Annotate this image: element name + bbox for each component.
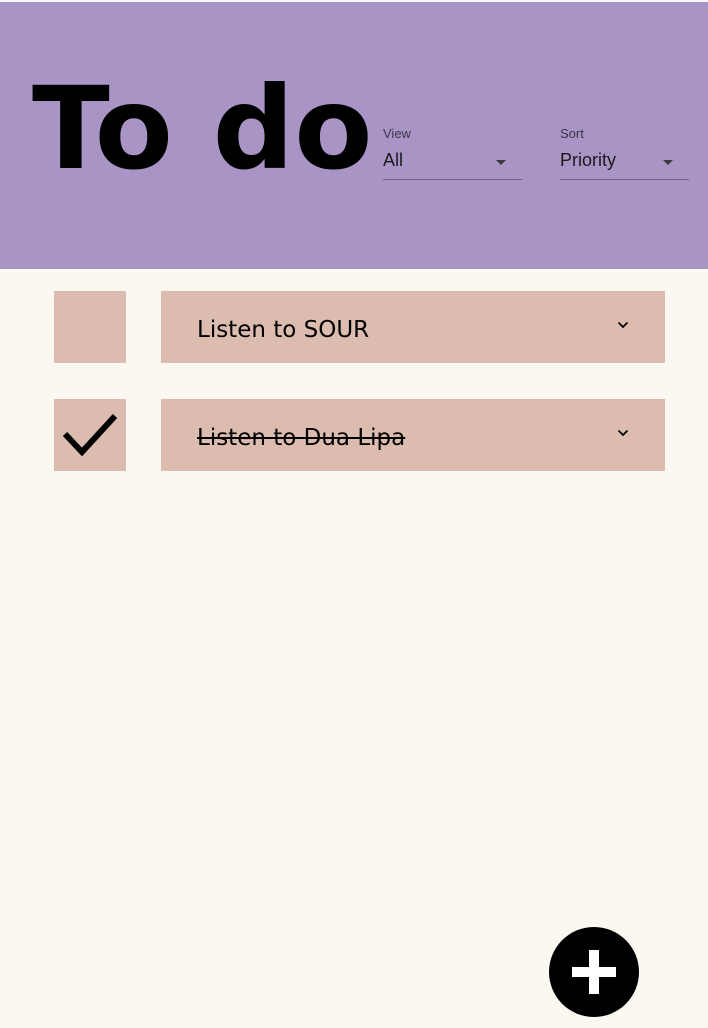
- chevron-down-icon[interactable]: [617, 321, 629, 329]
- add-task-button[interactable]: [549, 927, 639, 1017]
- task-row: Listen to SOUR: [0, 291, 708, 363]
- view-select[interactable]: View All: [383, 126, 522, 180]
- app-header: To do View All Sort Priority: [0, 2, 708, 269]
- view-select-label: View: [383, 126, 411, 141]
- task-item[interactable]: Listen to Dua Lipa: [161, 399, 665, 471]
- task-row: Listen to Dua Lipa: [0, 399, 708, 471]
- task-text: Listen to SOUR: [197, 317, 370, 343]
- sort-select[interactable]: Sort Priority: [560, 126, 689, 180]
- task-checkbox[interactable]: [54, 399, 126, 471]
- chevron-down-icon[interactable]: [617, 429, 629, 437]
- sort-select-value: Priority: [560, 150, 617, 170]
- plus-icon: [572, 950, 616, 994]
- view-select-value: All: [383, 150, 404, 170]
- dropdown-arrow-icon: [663, 160, 673, 165]
- sort-select-label: Sort: [560, 126, 584, 141]
- task-checkbox[interactable]: [54, 291, 126, 363]
- task-text: Listen to Dua Lipa: [197, 425, 406, 451]
- checkmark-icon: [62, 413, 118, 457]
- page-title: To do: [32, 62, 373, 195]
- task-item[interactable]: Listen to SOUR: [161, 291, 665, 363]
- dropdown-arrow-icon: [496, 160, 506, 165]
